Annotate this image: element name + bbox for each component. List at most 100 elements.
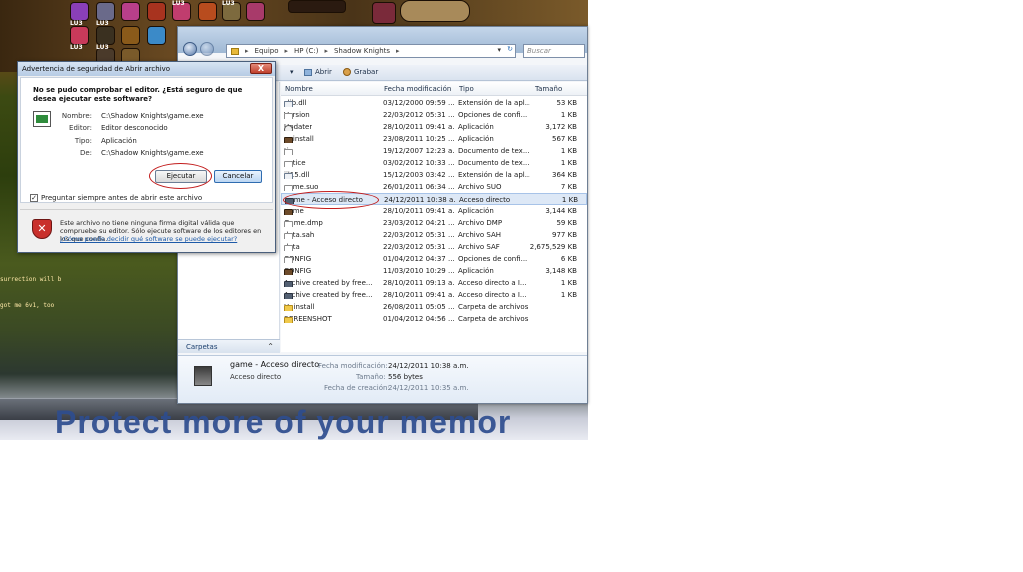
file-name: Archive created by free... <box>284 279 373 287</box>
folder-icon <box>231 47 239 55</box>
file-row[interactable]: Updater 28/10/2011 09:41 a... Aplicación 3,… <box>281 121 587 133</box>
open-button[interactable]: Abrir <box>304 68 332 76</box>
file-row[interactable]: SCREENSHOT 01/04/2012 04:56 ... Carpeta de… <box>281 313 587 325</box>
file-name-cell: zlib.dll <box>284 99 378 107</box>
column-name[interactable]: Nombre <box>285 85 313 93</box>
close-button[interactable]: X <box>250 63 272 74</box>
menu-strip[interactable] <box>288 0 346 13</box>
file-list[interactable]: Nombre Fecha modificación Tipo Tamaño zl… <box>281 82 587 352</box>
skill-icon[interactable] <box>96 26 115 45</box>
skill-icon[interactable] <box>70 2 89 21</box>
file-row[interactable]: Game.dmp 23/03/2012 04:21 ... Archivo DMP 5… <box>281 217 587 229</box>
skill-icon[interactable] <box>246 2 265 21</box>
dropdown-arrow-icon[interactable]: ▾ <box>497 46 501 54</box>
file-date: 28/10/2011 09:13 a... <box>383 279 455 287</box>
search-input[interactable]: Buscar <box>523 44 585 58</box>
face-icon <box>284 125 293 131</box>
chat-line: got me 6v1, too <box>0 302 55 309</box>
toolbar-dropdown-icon[interactable]: ▾ <box>290 68 294 76</box>
column-size[interactable]: Tamaño <box>535 85 562 93</box>
file-name-cell: CONFIG <box>284 267 378 275</box>
file-type: Archivo SAF <box>458 243 500 251</box>
file-row[interactable]: Uninstall 26/08/2011 05:05 ... Carpeta de … <box>281 301 587 313</box>
file-row[interactable]: data 22/03/2012 05:31 ...Archivo SAF 2,675… <box>281 241 587 253</box>
checkbox-box[interactable]: ✓ <box>30 194 38 202</box>
refresh-icon[interactable]: ↻ <box>507 45 513 53</box>
dialog-question: No se pudo comprobar el editor. ¿Está se… <box>33 86 243 103</box>
forward-button[interactable] <box>200 42 214 56</box>
file-row[interactable]: CONFIG 11/03/2010 10:29 ... Aplicación 3,14… <box>281 265 587 277</box>
cancel-button[interactable]: Cancelar <box>214 170 262 183</box>
skill-icon[interactable] <box>147 26 166 45</box>
file-type: Acceso directo a I... <box>458 291 527 299</box>
file-size: 567 KB <box>552 135 577 143</box>
file-size: 7 KB <box>560 183 577 191</box>
file-row[interactable]: uninstall 23/08/2011 10:25 ... Aplicación 5… <box>281 133 587 145</box>
skill-icon[interactable] <box>372 2 396 24</box>
file-type: Aplicación <box>458 207 494 215</box>
file-row[interactable]: CONFIG 01/04/2012 04:37 ... Opciones de co… <box>281 253 587 265</box>
chevron-up-icon: ⌃ <box>267 342 274 351</box>
details-pane: game - Acceso directo Acceso directo Fec… <box>178 355 587 403</box>
column-type[interactable]: Tipo <box>459 85 474 93</box>
file-name-cell: game.suo <box>284 183 378 191</box>
burn-label: Grabar <box>354 68 379 76</box>
file-date: 15/12/2003 03:42 ... <box>383 171 455 179</box>
skill-icon[interactable] <box>121 26 140 45</box>
skill-icon[interactable] <box>147 2 166 21</box>
file-row[interactable]: zlib.dll 03/12/2000 09:59 ... Extensión de… <box>281 97 587 109</box>
file-icon <box>284 233 293 239</box>
checkbox-label: Preguntar siempre antes de abrir este ar… <box>41 194 203 202</box>
file-size: 1 KB <box>560 111 577 119</box>
chevron-right-icon: ▸ <box>245 47 249 55</box>
file-date: 28/10/2011 09:41 a... <box>383 123 455 131</box>
ask-always-checkbox[interactable]: ✓ Preguntar siempre antes de abrir este … <box>30 194 202 202</box>
file-type: Aplicación <box>458 123 494 131</box>
dialog-title: Advertencia de seguridad de Abrir archiv… <box>18 62 275 76</box>
file-date: 03/12/2000 09:59 ... <box>383 99 455 107</box>
help-link[interactable]: ¿Cómo puedo decidir qué software se pued… <box>60 235 237 243</box>
chevron-right-icon: ▸ <box>284 47 289 55</box>
file-row[interactable]: ijl15.dll 15/12/2003 03:42 ... Extensión d… <box>281 169 587 181</box>
file-date: 11/03/2010 10:29 ... <box>383 267 455 275</box>
file-row[interactable]: Archive created by free... 28/10/2011 09:… <box>281 277 587 289</box>
file-date: 28/10/2011 09:41 a... <box>383 291 455 299</box>
folders-toggle[interactable]: Carpetas ⌃ <box>178 339 280 353</box>
column-date[interactable]: Fecha modificación <box>384 85 451 93</box>
file-row[interactable]: data.sah 22/03/2012 05:31 ... Archivo SAH 9… <box>281 229 587 241</box>
breadcrumb-item[interactable]: HP (C:) <box>294 47 318 55</box>
skill-icon[interactable] <box>198 2 217 21</box>
file-size: 3,148 KB <box>545 267 577 275</box>
file-row[interactable]: Archive created by free... 28/10/2011 09:… <box>281 289 587 301</box>
burn-button[interactable]: Grabar <box>343 68 378 76</box>
breadcrumb-item[interactable]: Equipo <box>255 47 279 55</box>
breadcrumb-item[interactable]: Shadow Knights <box>334 47 390 55</box>
back-button[interactable] <box>183 42 197 56</box>
file-type: Opciones de confi... <box>458 111 528 119</box>
column-header: Nombre Fecha modificación Tipo Tamaño <box>281 82 587 96</box>
open-icon <box>304 68 312 76</box>
file-date: 26/08/2011 05:05 ... <box>383 303 455 311</box>
skill-level-label: LU3 <box>96 20 109 27</box>
file-date: 28/10/2011 09:41 a... <box>383 207 455 215</box>
skill-icon[interactable] <box>96 2 115 21</box>
screenshot: LU3 LU3 LU3 LU3 LU3 LU3 LU3 LU3 surrecti… <box>0 0 1023 572</box>
field-value: C:\Shadow Knights\game.exe <box>101 149 204 157</box>
file-row[interactable]: tip 19/12/2007 12:23 a...Documento de tex… <box>281 145 587 157</box>
file-type: Acceso directo <box>459 196 511 204</box>
app-icon <box>284 269 293 275</box>
dialog-body: No se pudo comprobar el editor. ¿Está se… <box>20 77 273 203</box>
address-bar[interactable]: ▸ Equipo ▸ HP (C:) ▸ Shadow Knights ▸ ▾ … <box>226 44 516 58</box>
file-type: Archivo SUO <box>458 183 502 191</box>
file-date: 23/03/2012 04:21 ... <box>383 219 455 227</box>
dll-icon <box>284 101 293 107</box>
file-size: 977 KB <box>552 231 577 239</box>
file-row[interactable]: Version 22/03/2012 05:31 ... Opciones de c… <box>281 109 587 121</box>
file-icon <box>284 245 293 251</box>
skill-icon[interactable] <box>70 26 89 45</box>
file-row[interactable]: notice 03/02/2012 10:33 ... Documento de t… <box>281 157 587 169</box>
skill-icon[interactable] <box>121 2 140 21</box>
file-size: 53 KB <box>556 99 577 107</box>
details-size-label: Tamaño: <box>356 373 386 381</box>
file-type: Archivo SAH <box>458 231 502 239</box>
